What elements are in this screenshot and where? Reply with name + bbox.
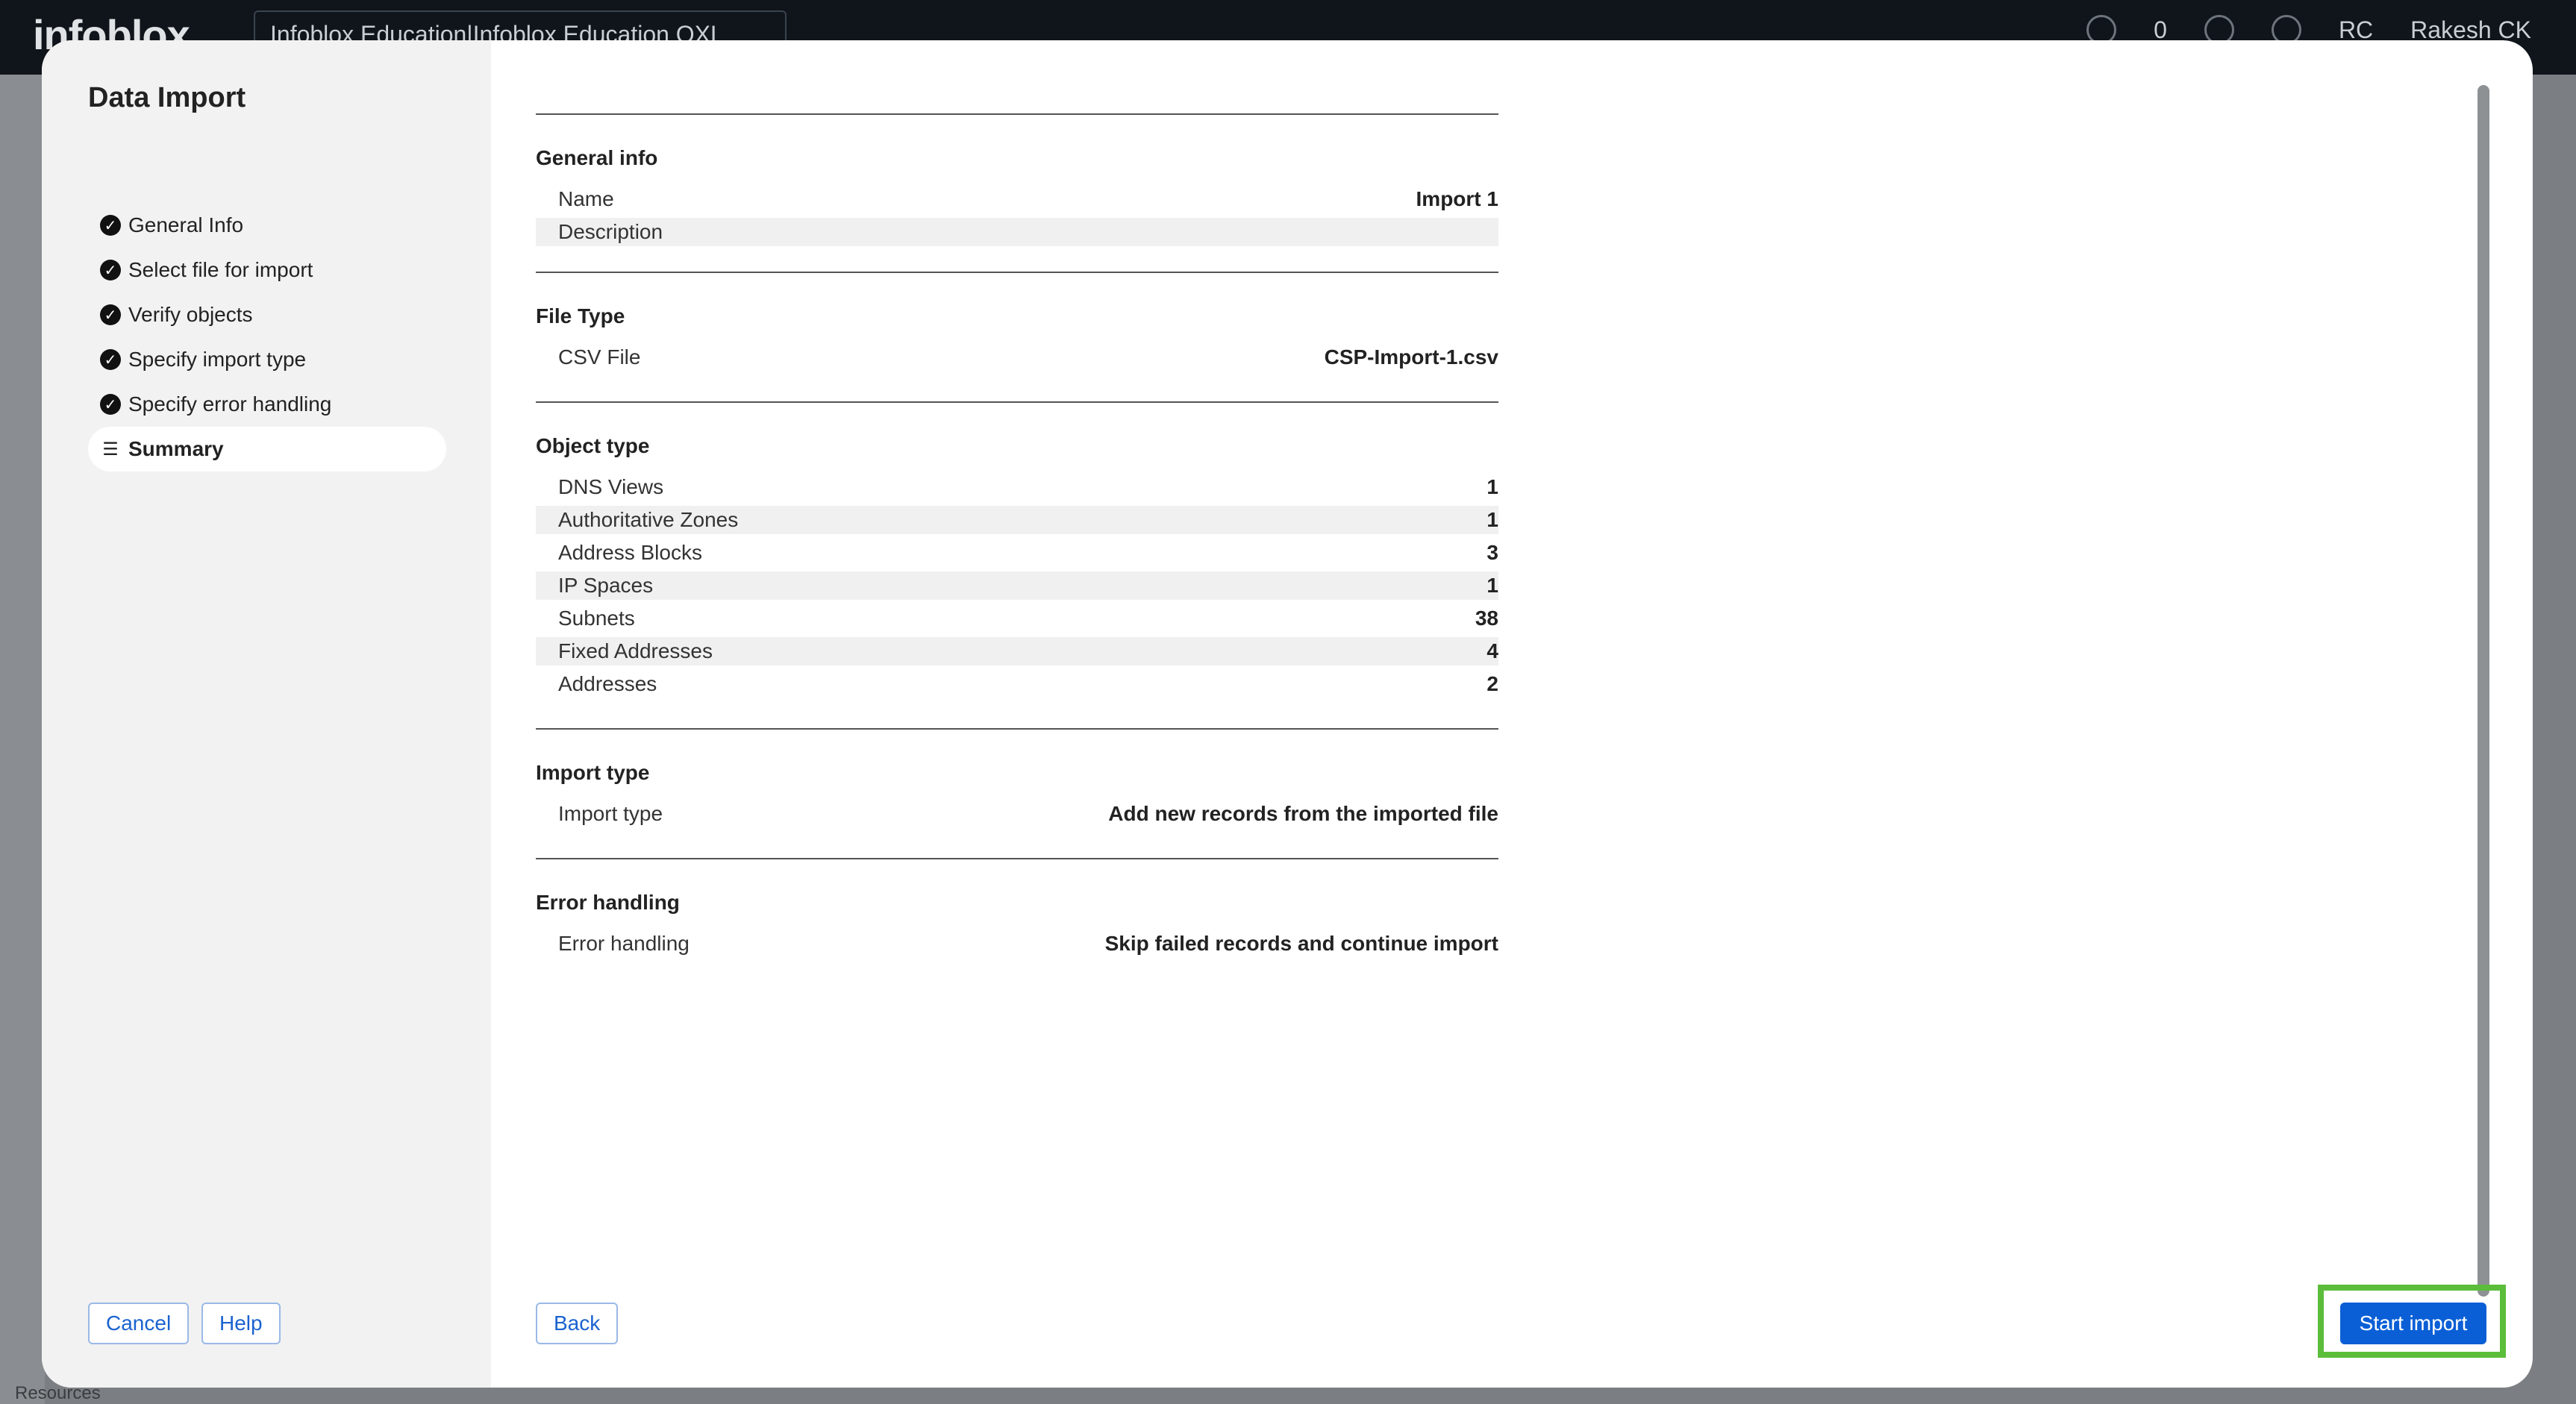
row-label: Error handling <box>558 932 690 955</box>
row-label: Authoritative Zones <box>558 508 739 531</box>
step-verify-objects[interactable]: ✓ Verify objects <box>88 292 446 337</box>
summary-row-description: Description <box>536 218 1498 246</box>
step-error-handling[interactable]: ✓ Specify error handling <box>88 382 446 427</box>
row-label: CSV File <box>558 345 641 369</box>
row-label: Address Blocks <box>558 541 702 564</box>
summary-row-object: Fixed Addresses 4 <box>536 637 1498 665</box>
row-value: Add new records from the imported file <box>1108 802 1498 825</box>
summary-row-object: Addresses 2 <box>536 665 1498 703</box>
step-label: Specify import type <box>128 348 307 371</box>
check-circle-icon: ✓ <box>100 215 121 236</box>
row-value: 4 <box>1486 639 1498 662</box>
step-label: Specify error handling <box>128 392 332 416</box>
step-label: Summary <box>128 437 224 460</box>
section-title-general: General info <box>536 146 658 169</box>
row-value: Skip failed records and continue import <box>1104 932 1498 955</box>
check-circle-icon: ✓ <box>100 394 121 415</box>
summary-row-object: DNS Views 1 <box>536 468 1498 506</box>
step-label: Select file for import <box>128 258 313 281</box>
list-check-icon: ☰ <box>102 439 119 460</box>
row-value: Import 1 <box>1416 187 1498 210</box>
row-label: IP Spaces <box>558 574 654 597</box>
summary-row-name: Name Import 1 <box>536 181 1498 218</box>
step-label: Verify objects <box>128 303 253 326</box>
help-button[interactable]: Help <box>201 1303 281 1344</box>
step-general-info[interactable]: ✓ General Info <box>88 203 446 248</box>
step-summary[interactable]: ☰ Summary <box>88 427 446 471</box>
summary-row-object: Authoritative Zones 1 <box>536 506 1498 534</box>
row-value: 1 <box>1486 508 1498 531</box>
notification-count[interactable]: 0 <box>2154 16 2167 44</box>
check-circle-icon: ✓ <box>100 304 121 325</box>
wizard-steps-panel: Data Import ✓ General Info ✓ Select file… <box>42 40 491 1388</box>
summary-content: General info Name Import 1 Description F… <box>536 40 1498 962</box>
row-label: Addresses <box>558 672 657 695</box>
row-value: 3 <box>1486 541 1498 564</box>
wizard-steps: ✓ General Info ✓ Select file for import … <box>88 203 446 471</box>
modal-title: Data Import <box>88 82 246 113</box>
background-sidebar <box>0 75 45 1404</box>
row-value: 2 <box>1486 672 1498 695</box>
back-button[interactable]: Back <box>536 1303 619 1344</box>
section-title-file-type: File Type <box>536 304 625 328</box>
step-import-type[interactable]: ✓ Specify import type <box>88 337 446 382</box>
check-circle-icon: ✓ <box>100 349 121 370</box>
row-label: Fixed Addresses <box>558 639 713 662</box>
row-label: DNS Views <box>558 475 664 498</box>
section-title-error-handling: Error handling <box>536 891 680 914</box>
row-value: CSP-Import-1.csv <box>1324 345 1498 369</box>
user-name[interactable]: Rakesh CK <box>2410 16 2531 44</box>
section-title-object-type: Object type <box>536 434 650 457</box>
row-label: Import type <box>558 802 663 825</box>
section-title-import-type: Import type <box>536 761 650 784</box>
step-label: General Info <box>128 213 244 236</box>
row-label: Subnets <box>558 607 635 630</box>
row-value: 1 <box>1486 574 1498 597</box>
row-value: 38 <box>1475 607 1498 630</box>
summary-row-error-handling: Error handling Skip failed records and c… <box>536 925 1498 962</box>
data-import-modal: Data Import ✓ General Info ✓ Select file… <box>42 40 2533 1388</box>
row-label: Name <box>558 187 614 210</box>
summary-row-object: Subnets 38 <box>536 600 1498 637</box>
step-select-file[interactable]: ✓ Select file for import <box>88 248 446 292</box>
row-label: Description <box>558 220 663 243</box>
cancel-button[interactable]: Cancel <box>88 1303 190 1344</box>
summary-row-import-type: Import type Add new records from the imp… <box>536 795 1498 833</box>
summary-row-object: IP Spaces 1 <box>536 571 1498 600</box>
summary-row-object: Address Blocks 3 <box>536 534 1498 571</box>
scrollbar[interactable] <box>2477 85 2489 1297</box>
start-import-button[interactable]: Start import <box>2340 1303 2486 1344</box>
summary-row-csv-file: CSV File CSP-Import-1.csv <box>536 339 1498 376</box>
check-circle-icon: ✓ <box>100 260 121 281</box>
user-initials-avatar[interactable]: RC <box>2339 16 2373 44</box>
row-value: 1 <box>1486 475 1498 498</box>
